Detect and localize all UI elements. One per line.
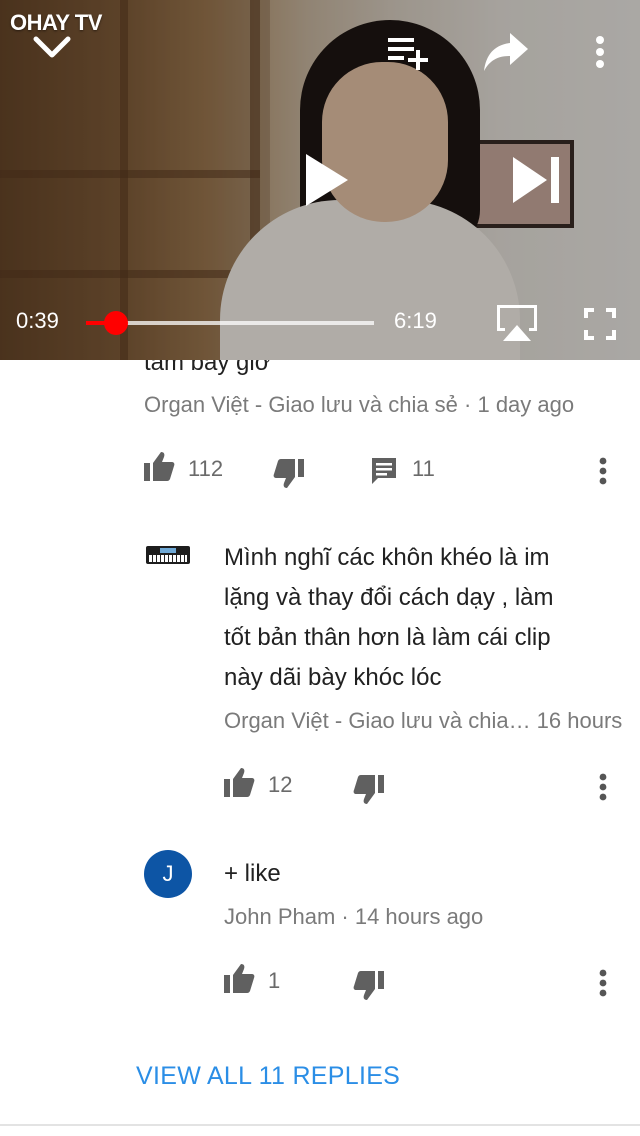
comment-meta[interactable]: Organ Việt - Giao lưu và chia sẻ · 1 day… (144, 392, 574, 418)
share-icon (484, 33, 528, 71)
dislike-button[interactable] (272, 458, 306, 490)
add-to-playlist-button[interactable] (384, 32, 432, 72)
thumb-up-icon (224, 964, 255, 993)
thumb-down-icon (353, 775, 384, 804)
comment-text: Mình nghĩ các khôn khéo là im lặng và th… (224, 538, 624, 698)
keyboard-avatar[interactable] (146, 546, 190, 564)
divider (0, 1124, 640, 1126)
chevron-down-icon (33, 36, 71, 58)
skip-next-icon (513, 157, 559, 203)
share-button[interactable] (480, 28, 532, 76)
like-button[interactable] (222, 766, 256, 798)
like-count: 1 (268, 968, 281, 993)
minimize-button[interactable] (30, 30, 74, 66)
airplay-icon (497, 305, 537, 341)
more-vert-icon (599, 773, 607, 801)
thumb-down-icon (273, 459, 304, 488)
fullscreen-icon (584, 308, 616, 340)
comment-menu-button[interactable] (598, 772, 608, 802)
reply-button[interactable] (370, 456, 398, 486)
play-icon (306, 154, 348, 206)
comment-meta[interactable]: John Pham · 14 hours ago (224, 904, 483, 930)
comment-icon (372, 458, 396, 484)
fullscreen-button[interactable] (582, 306, 618, 342)
more-vert-icon (599, 969, 607, 997)
avatar[interactable]: J (144, 850, 192, 898)
thumb-down-icon (353, 971, 384, 1000)
reply-count: 11 (412, 456, 435, 481)
current-time: 0:39 (16, 308, 59, 333)
comment-menu-button[interactable] (598, 968, 608, 998)
thumb-up-icon (144, 452, 175, 481)
airplay-button[interactable] (494, 302, 540, 344)
more-vert-icon (596, 36, 604, 68)
add-to-playlist-icon (388, 38, 428, 70)
comment-line: tốt bản thân hơn là làm cái clip (224, 624, 551, 651)
next-video-button[interactable] (506, 152, 566, 208)
play-button[interactable] (296, 150, 356, 210)
comment-line: lặng và thay đổi cách dạy , làm (224, 584, 554, 611)
comment-line: này dãi bày khóc lóc (224, 664, 442, 691)
thumb-up-icon (224, 768, 255, 797)
like-count: 112 (188, 456, 224, 481)
more-vert-icon (599, 457, 607, 485)
duration: 6:19 (394, 308, 437, 333)
like-count: 12 (268, 772, 293, 797)
comment-menu-button[interactable] (598, 456, 608, 486)
like-button[interactable] (142, 450, 176, 482)
comment-meta[interactable]: Organ Việt - Giao lưu và chia… 16 hours (224, 708, 622, 734)
comment-line: Mình nghĩ các khôn khéo là im (224, 544, 550, 571)
more-options-button[interactable] (584, 32, 616, 72)
view-all-replies-button[interactable]: VIEW ALL 11 REPLIES (136, 1062, 400, 1091)
seek-bar[interactable] (86, 321, 374, 325)
comment-text: + like (224, 860, 281, 887)
dislike-button[interactable] (352, 774, 386, 806)
like-button[interactable] (222, 962, 256, 994)
video-player[interactable]: OHAY TV 0:39 6:19 (0, 0, 640, 360)
dislike-button[interactable] (352, 970, 386, 1002)
